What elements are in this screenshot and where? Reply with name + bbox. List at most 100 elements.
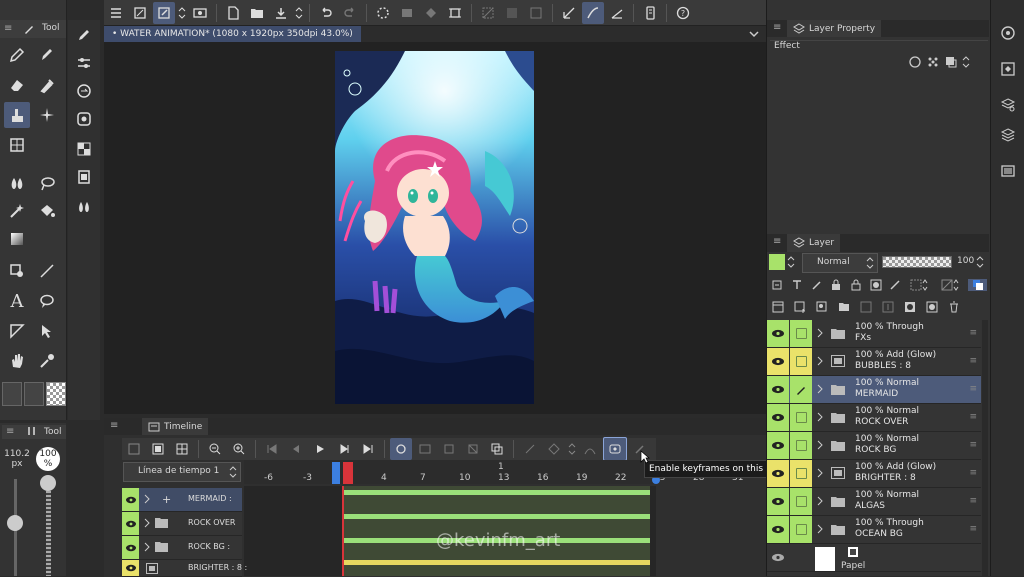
frame-tool-icon[interactable] xyxy=(4,132,30,158)
enable-keyframes-icon[interactable] xyxy=(603,437,627,461)
expand-chevron-icon[interactable] xyxy=(817,468,823,478)
layer-row[interactable]: 100 % Normal ROCK OVER ≡ xyxy=(767,404,981,432)
menu-dots-icon[interactable]: ≡ xyxy=(773,236,781,247)
deselect-icon[interactable] xyxy=(477,2,499,24)
track-row-brighter[interactable]: BRIGHTER : 8 : xyxy=(122,560,247,577)
specify-cel-icon[interactable] xyxy=(438,438,460,460)
layer-opacity-value[interactable]: 100 xyxy=(957,256,974,266)
fill-layer-icon[interactable] xyxy=(420,2,442,24)
eye-icon[interactable] xyxy=(122,536,139,559)
expand-chevron-icon[interactable] xyxy=(817,524,823,534)
animation-cels-icon[interactable] xyxy=(995,158,1021,184)
expand-chevron-icon[interactable] xyxy=(817,412,823,422)
prev-frame-icon[interactable] xyxy=(285,438,307,460)
new-raster-layer-icon[interactable] xyxy=(791,301,809,313)
edit-view-icon[interactable] xyxy=(153,1,175,24)
layer-property-tab[interactable]: Layer Property xyxy=(787,20,882,37)
drag-handle-icon[interactable]: ≡ xyxy=(969,328,977,338)
help-icon[interactable]: ? xyxy=(672,2,694,24)
track-bar-brighter[interactable] xyxy=(342,560,650,565)
expression-color-icon[interactable] xyxy=(938,279,966,291)
layer-row[interactable]: 100 % Through OCEAN BG ≡ xyxy=(767,516,981,544)
expand-chevron-icon[interactable] xyxy=(817,356,823,366)
timeline-frame-icon[interactable] xyxy=(147,438,169,460)
layer-row[interactable]: Papel xyxy=(767,544,981,572)
sub-color-swatch[interactable] xyxy=(24,382,44,406)
eye-icon[interactable] xyxy=(767,544,789,571)
chevron-updown-icon[interactable] xyxy=(294,2,304,24)
transform-icon[interactable] xyxy=(444,2,466,24)
layer-color-effect-icon[interactable] xyxy=(944,55,958,69)
main-color-swatch[interactable] xyxy=(2,382,22,406)
expand-chevron-icon[interactable] xyxy=(817,328,823,338)
menu-icon[interactable] xyxy=(105,2,127,24)
magic-wand-icon[interactable] xyxy=(4,198,30,224)
keyframe-path-icon[interactable] xyxy=(519,438,541,460)
sub-view-icon[interactable] xyxy=(71,106,97,132)
pencil-tool-icon[interactable] xyxy=(34,42,60,68)
combine-down-icon[interactable] xyxy=(879,301,897,313)
fit-view-icon[interactable] xyxy=(129,2,151,24)
expand-chevron-icon[interactable] xyxy=(817,496,823,506)
drag-handle-icon[interactable]: ≡ xyxy=(969,524,977,534)
loading-icon[interactable] xyxy=(372,2,394,24)
open-folder-icon[interactable] xyxy=(246,2,268,24)
layer-row[interactable]: 100 % Normal ROCK BG ≡ xyxy=(767,432,981,460)
layer-color-swatch[interactable] xyxy=(769,254,785,270)
smartphone-icon[interactable] xyxy=(639,2,661,24)
new-vector-layer-icon[interactable] xyxy=(813,301,831,313)
sub-tool-pen-icon[interactable] xyxy=(71,22,97,48)
material-icon[interactable] xyxy=(71,136,97,162)
mask-create-icon[interactable] xyxy=(901,301,919,313)
artwork-canvas[interactable] xyxy=(335,51,534,404)
dropper-tool-icon[interactable] xyxy=(34,72,60,98)
layer-lock-toggle[interactable] xyxy=(790,460,812,487)
onion-skin-icon[interactable] xyxy=(486,438,508,460)
keyframe-ease-icon[interactable] xyxy=(579,438,601,460)
bucket-tool-icon[interactable] xyxy=(34,198,60,224)
opacity-handle[interactable] xyxy=(40,475,56,491)
layer-lock-toggle[interactable] xyxy=(790,320,812,347)
tone-effect-icon[interactable] xyxy=(926,55,940,69)
opacity-bar[interactable] xyxy=(882,256,952,268)
add-icon[interactable]: + xyxy=(162,493,171,506)
line-tool-icon[interactable] xyxy=(34,258,60,284)
material-panel-icon[interactable] xyxy=(995,56,1021,82)
hand-tool-icon[interactable] xyxy=(4,348,30,374)
last-frame-icon[interactable] xyxy=(357,438,379,460)
object-tool-icon[interactable] xyxy=(34,318,60,344)
start-marker[interactable] xyxy=(332,462,340,484)
timeline-grid-icon[interactable] xyxy=(171,438,193,460)
show-selection-icon[interactable] xyxy=(525,2,547,24)
eye-icon[interactable] xyxy=(767,460,789,487)
lock-transparent-icon[interactable] xyxy=(848,279,865,291)
layers-panel-icon[interactable] xyxy=(995,122,1021,148)
layer-row[interactable]: 100 % Through FXs ≡ xyxy=(767,320,981,348)
lock-icon[interactable] xyxy=(828,279,845,291)
menu-dots-icon[interactable]: ≡ xyxy=(6,426,14,437)
eye-icon[interactable] xyxy=(767,404,789,431)
figure-tool-icon[interactable] xyxy=(4,258,30,284)
palette-color-icon[interactable] xyxy=(907,279,935,291)
track-row-rock-over[interactable]: ROCK OVER xyxy=(122,512,242,536)
clear-icon[interactable] xyxy=(396,2,418,24)
ruler-tool-icon[interactable] xyxy=(4,318,30,344)
track-bar-rock-over[interactable] xyxy=(342,514,650,519)
layer-lock-toggle[interactable] xyxy=(790,516,812,543)
layer-row[interactable]: 100 % Add (Glow) BUBBLES : 8 ≡ xyxy=(767,348,981,376)
eye-icon[interactable] xyxy=(122,512,139,535)
eye-icon[interactable] xyxy=(767,516,789,543)
eye-icon[interactable] xyxy=(767,376,789,403)
mask-enable-icon[interactable] xyxy=(867,279,884,291)
eye-icon[interactable] xyxy=(122,488,139,511)
blend-sub-icon[interactable] xyxy=(71,194,97,220)
layer-lock-toggle[interactable] xyxy=(790,488,812,515)
track-bar-mermaid[interactable] xyxy=(342,490,650,495)
next-frame-icon[interactable] xyxy=(333,438,355,460)
invert-selection-icon[interactable] xyxy=(501,2,523,24)
mask-apply-icon[interactable] xyxy=(923,301,941,313)
transfer-down-icon[interactable] xyxy=(857,301,875,313)
layer-lock-toggle[interactable] xyxy=(790,348,812,375)
preview-icon[interactable] xyxy=(189,2,211,24)
gradient-tool-icon[interactable] xyxy=(4,226,30,252)
